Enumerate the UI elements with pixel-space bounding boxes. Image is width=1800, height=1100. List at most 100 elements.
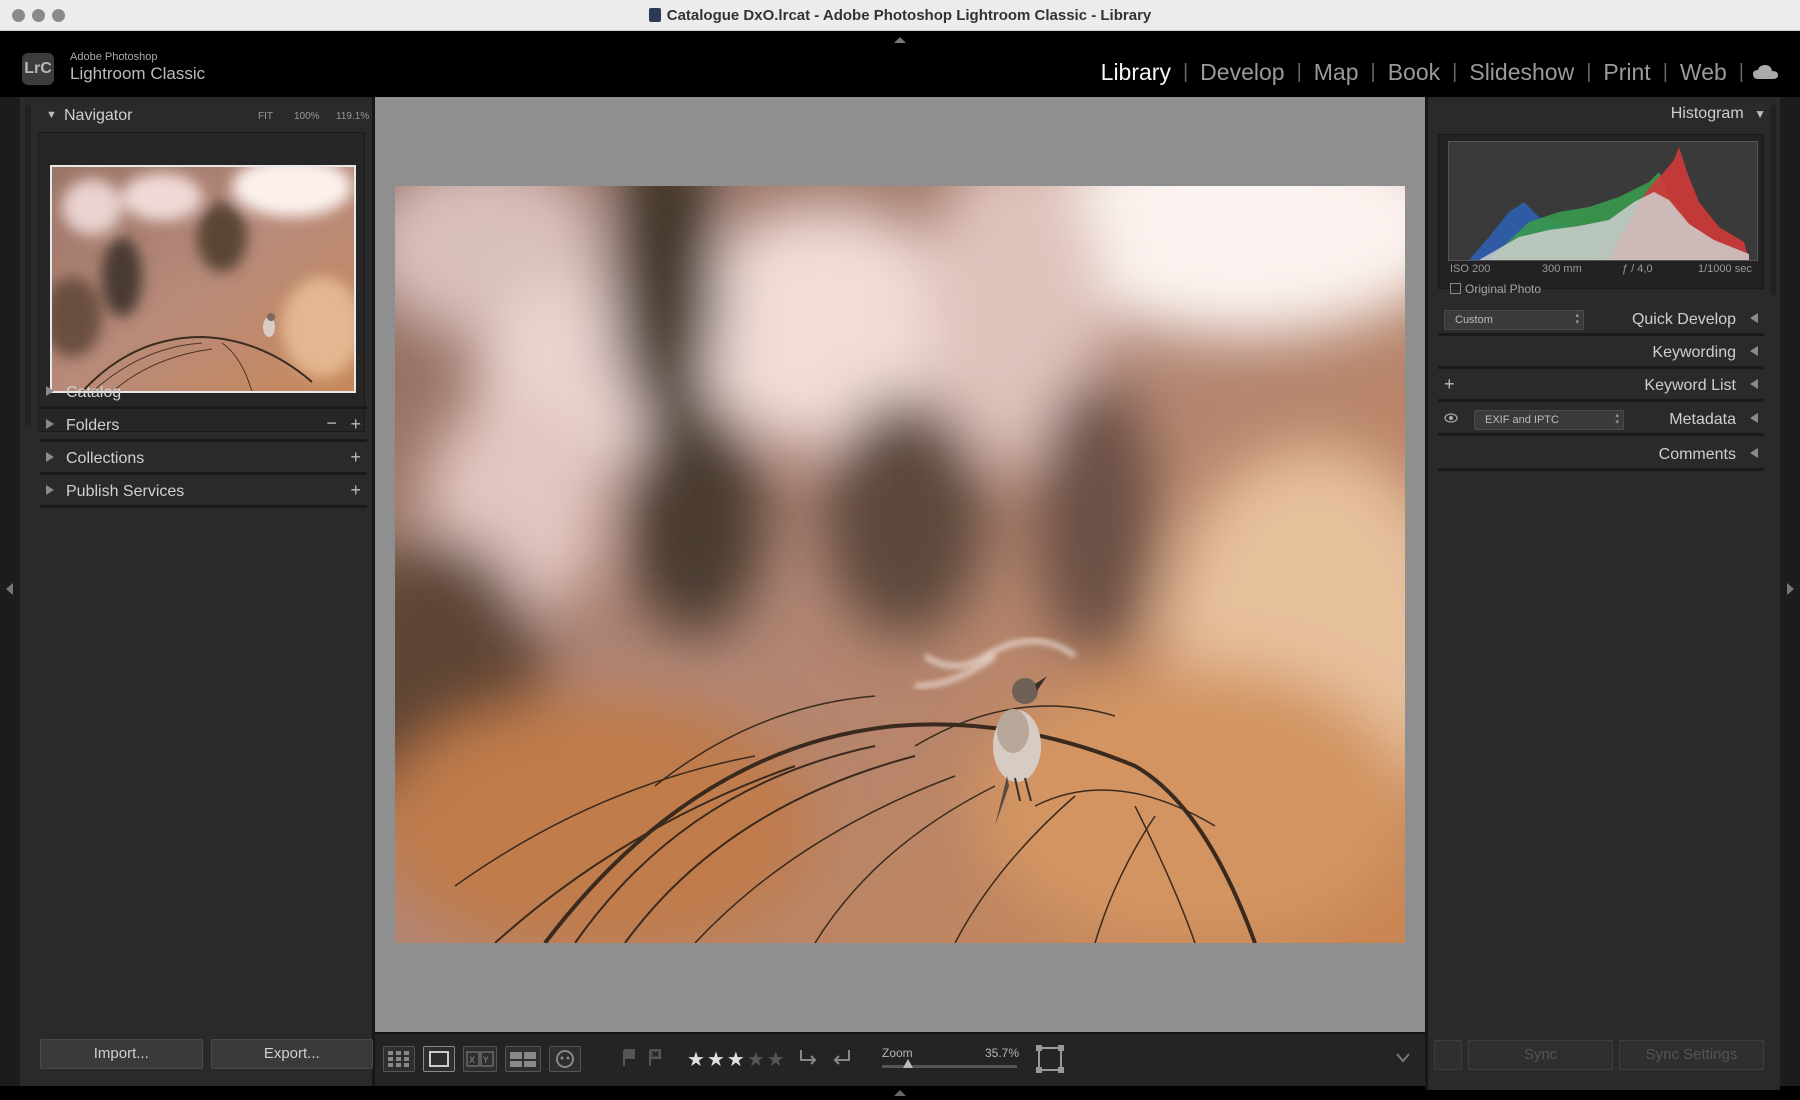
collections-section[interactable]: Collections + xyxy=(40,443,367,475)
collapse-triangle-icon: ▼ xyxy=(46,109,57,121)
expand-triangle-icon xyxy=(46,485,54,495)
export-button[interactable]: Export... xyxy=(210,1039,373,1069)
collections-label: Collections xyxy=(66,450,145,467)
right-panel-scrollbar[interactable] xyxy=(1770,105,1776,295)
publish-services-label: Publish Services xyxy=(66,483,185,500)
library-toolbar: XY ★★★★★ Zoom 35.7% xyxy=(375,1032,1425,1086)
add-folder-icon[interactable]: + xyxy=(350,414,361,435)
pick-flag-icon[interactable] xyxy=(621,1048,637,1068)
sync-row: Sync Sync Settings xyxy=(1434,1040,1764,1070)
rotate-right-icon[interactable] xyxy=(829,1046,855,1072)
comments-section[interactable]: Comments xyxy=(1438,439,1764,471)
left-panel: ▼ Navigator FIT 100% 119.1% Catalog Fold… xyxy=(20,97,375,1090)
cloud-icon[interactable] xyxy=(1752,63,1780,81)
expand-triangle-icon xyxy=(1750,346,1758,356)
survey-view-icon[interactable] xyxy=(505,1046,541,1072)
brand-line-2: Lightroom Classic xyxy=(70,64,206,83)
remove-folder-icon[interactable]: − xyxy=(326,413,337,434)
keywording-section[interactable]: Keywording xyxy=(1438,337,1764,369)
navigator-label: Navigator xyxy=(64,107,133,124)
window-title: Catalogue DxO.lrcat - Adobe Photoshop Li… xyxy=(0,7,1800,24)
import-export-row: Import... Export... xyxy=(40,1039,373,1069)
expand-triangle-icon xyxy=(1750,448,1758,458)
star-icon[interactable]: ★ xyxy=(727,1049,747,1071)
navigator-thumbnail[interactable] xyxy=(50,165,356,393)
star-icon[interactable]: ★ xyxy=(747,1049,767,1071)
module-separator: | xyxy=(1738,61,1744,83)
star-icon[interactable]: ★ xyxy=(767,1049,787,1071)
crop-frame-icon[interactable] xyxy=(1035,1044,1065,1074)
module-develop[interactable]: Develop xyxy=(1188,59,1296,86)
module-web[interactable]: Web xyxy=(1668,59,1739,86)
people-view-icon[interactable] xyxy=(549,1046,581,1072)
histogram-iso: ISO 200 xyxy=(1450,263,1491,275)
quick-develop-section[interactable]: Custom Quick Develop xyxy=(1438,304,1764,336)
svg-text:Y: Y xyxy=(482,1056,489,1066)
original-photo-toggle[interactable]: Original Photo xyxy=(1450,282,1541,296)
keywording-label: Keywording xyxy=(1652,344,1736,361)
auto-sync-toggle[interactable] xyxy=(1434,1040,1462,1070)
module-picker: Library | Develop | Map | Book | Slideshow | … xyxy=(1089,59,1744,86)
saved-preset-select[interactable]: Custom xyxy=(1444,310,1584,330)
reject-flag-icon[interactable] xyxy=(647,1048,663,1068)
folders-section[interactable]: Folders − + xyxy=(40,410,367,442)
catalog-section[interactable]: Catalog xyxy=(40,377,367,409)
brand-line-1: Adobe Photoshop xyxy=(70,51,158,63)
window-title-text: Catalogue DxO.lrcat - Adobe Photoshop Li… xyxy=(666,7,1152,24)
original-photo-checkbox[interactable] xyxy=(1450,283,1461,294)
star-icon[interactable]: ★ xyxy=(707,1049,727,1071)
add-publish-service-icon[interactable]: + xyxy=(350,480,361,501)
histogram-shutter: 1/1000 sec xyxy=(1698,263,1752,275)
histogram-header[interactable]: Histogram ▼ xyxy=(1671,105,1766,123)
keyword-list-section[interactable]: + Keyword List xyxy=(1438,370,1764,402)
original-photo-label: Original Photo xyxy=(1465,282,1542,296)
expand-triangle-icon xyxy=(46,386,54,396)
loupe-view-icon[interactable] xyxy=(423,1046,455,1072)
sync-button[interactable]: Sync xyxy=(1468,1040,1613,1070)
loupe-photo[interactable] xyxy=(395,186,1405,943)
right-panel: Histogram ▼ ISO 200 300 mm ƒ / 4,0 1/100… xyxy=(1425,97,1780,1090)
zoom-100-option[interactable]: 100% xyxy=(294,111,320,122)
toolbar-menu-chevron-icon[interactable] xyxy=(1395,1052,1411,1064)
sync-settings-button[interactable]: Sync Settings xyxy=(1619,1040,1764,1070)
zoom-fit-option[interactable]: FIT xyxy=(258,111,273,122)
module-map[interactable]: Map xyxy=(1302,59,1371,86)
metadata-label: Metadata xyxy=(1669,411,1736,428)
star-rating[interactable]: ★★★★★ xyxy=(687,1047,787,1072)
histogram-focal-length: 300 mm xyxy=(1542,263,1582,275)
left-panel-scrollbar[interactable] xyxy=(25,105,31,425)
module-print[interactable]: Print xyxy=(1591,59,1662,86)
module-library[interactable]: Library xyxy=(1089,59,1183,86)
import-button[interactable]: Import... xyxy=(40,1039,203,1069)
metadata-section[interactable]: EXIF and IPTC Metadata xyxy=(1438,404,1764,436)
add-keyword-icon[interactable]: + xyxy=(1444,374,1455,395)
top-panel-toggle-icon[interactable] xyxy=(894,37,906,43)
histogram-graph[interactable] xyxy=(1448,141,1758,261)
expand-triangle-icon xyxy=(1750,413,1758,423)
histogram-label: Histogram xyxy=(1670,105,1744,122)
module-slideshow[interactable]: Slideshow xyxy=(1457,59,1586,86)
add-collection-icon[interactable]: + xyxy=(350,447,361,468)
quick-develop-label: Quick Develop xyxy=(1631,311,1736,328)
svg-text:X: X xyxy=(469,1056,475,1066)
zoom-slider-handle[interactable] xyxy=(903,1059,913,1068)
left-panel-toggle-icon[interactable] xyxy=(6,583,13,595)
filmstrip-toggle-icon[interactable] xyxy=(894,1090,906,1096)
star-icon[interactable]: ★ xyxy=(687,1049,707,1071)
compare-view-icon[interactable]: XY xyxy=(463,1046,497,1072)
eye-icon[interactable] xyxy=(1444,413,1458,423)
lrc-logo-icon: LrC xyxy=(22,53,54,85)
main-image-area xyxy=(375,97,1425,1032)
metadata-preset-select[interactable]: EXIF and IPTC xyxy=(1474,410,1624,430)
folders-label: Folders xyxy=(66,417,120,434)
expand-triangle-icon xyxy=(46,452,54,462)
zoom-custom-option[interactable]: 119.1% xyxy=(336,111,369,122)
right-panel-toggle-icon[interactable] xyxy=(1787,583,1794,595)
grid-view-icon[interactable] xyxy=(383,1046,415,1072)
rotate-left-icon[interactable] xyxy=(795,1046,821,1072)
expand-triangle-icon xyxy=(1750,379,1758,389)
navigator-header[interactable]: ▼ Navigator FIT 100% 119.1% xyxy=(38,101,369,131)
zoom-value: 35.7% xyxy=(985,1046,1020,1060)
publish-services-section[interactable]: Publish Services + xyxy=(40,476,367,508)
module-book[interactable]: Book xyxy=(1376,59,1452,86)
